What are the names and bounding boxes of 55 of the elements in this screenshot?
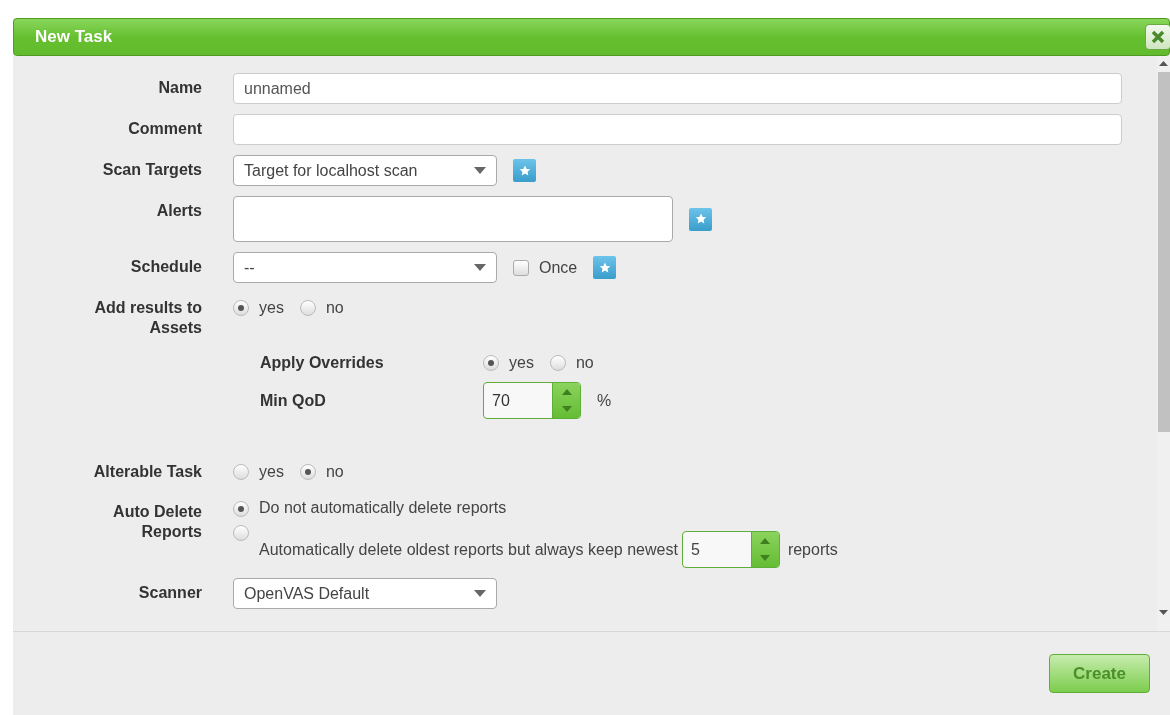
dropdown[interactable]: -- <box>233 252 497 283</box>
option-label: no <box>325 299 344 317</box>
close-icon <box>1151 30 1165 44</box>
dropdown[interactable]: OpenVAS Default <box>233 578 497 609</box>
dialog-title: New Task <box>35 27 113 47</box>
option-label: no <box>575 354 594 372</box>
scroll-up-icon[interactable] <box>1159 61 1168 66</box>
up-arrow-icon[interactable] <box>561 388 572 395</box>
option-label: Do not automatically delete reports <box>259 499 507 517</box>
field-label: Comment <box>127 119 202 139</box>
caret-icon <box>474 264 486 271</box>
down-arrow-icon[interactable] <box>760 555 771 562</box>
add-star-button[interactable] <box>689 207 712 231</box>
scroll-down-icon[interactable] <box>1159 610 1168 615</box>
checkbox-label: Once <box>539 258 578 277</box>
radio-button[interactable] <box>299 300 316 316</box>
number-spinner[interactable]: 5 <box>681 531 780 568</box>
add-star-button[interactable] <box>513 159 536 182</box>
text-field[interactable] <box>233 114 1122 145</box>
field-label: Apply Overrides <box>260 354 385 372</box>
field-label: Name <box>157 78 202 98</box>
field-label: Auto Delete Reports <box>112 502 202 542</box>
radio-button[interactable] <box>549 355 566 371</box>
checkbox[interactable] <box>513 259 529 276</box>
radio-button[interactable] <box>233 300 249 316</box>
option-label: Automatically delete oldest reports but always keep newest <box>259 540 678 559</box>
option-label: no <box>325 463 344 481</box>
down-arrow-icon[interactable] <box>561 406 572 413</box>
caret-icon <box>474 590 486 597</box>
option-label: yes <box>259 463 284 481</box>
option-label: yes <box>509 354 534 372</box>
field-label: Alterable Task <box>92 462 202 482</box>
radio-button[interactable] <box>233 464 249 480</box>
field-label: Schedule <box>129 257 202 277</box>
radio-button[interactable] <box>299 464 316 480</box>
unit-label: % <box>597 391 612 410</box>
caret-icon <box>474 167 486 174</box>
radio-button[interactable] <box>233 525 249 541</box>
field-label: Scanner <box>137 583 202 603</box>
radio-button[interactable] <box>483 355 499 371</box>
number-spinner[interactable]: 70 <box>483 382 581 419</box>
add-star-button[interactable] <box>593 256 617 279</box>
dropdown[interactable]: Target for localhost scan <box>233 155 497 186</box>
field-label: Scan Targets <box>101 160 202 180</box>
star-icon <box>693 212 708 226</box>
field-label: Alerts <box>155 201 202 221</box>
field-label: Add results to Assets <box>93 298 202 338</box>
field-label: Min QoD <box>260 391 327 410</box>
text-field[interactable]: unnamed <box>233 73 1122 104</box>
option-label: yes <box>259 299 284 317</box>
up-arrow-icon[interactable] <box>760 537 771 544</box>
multi-select-field[interactable] <box>233 196 673 242</box>
close-button[interactable] <box>1145 24 1170 50</box>
radio-button[interactable] <box>233 501 249 517</box>
unit-label: reports <box>787 540 838 559</box>
